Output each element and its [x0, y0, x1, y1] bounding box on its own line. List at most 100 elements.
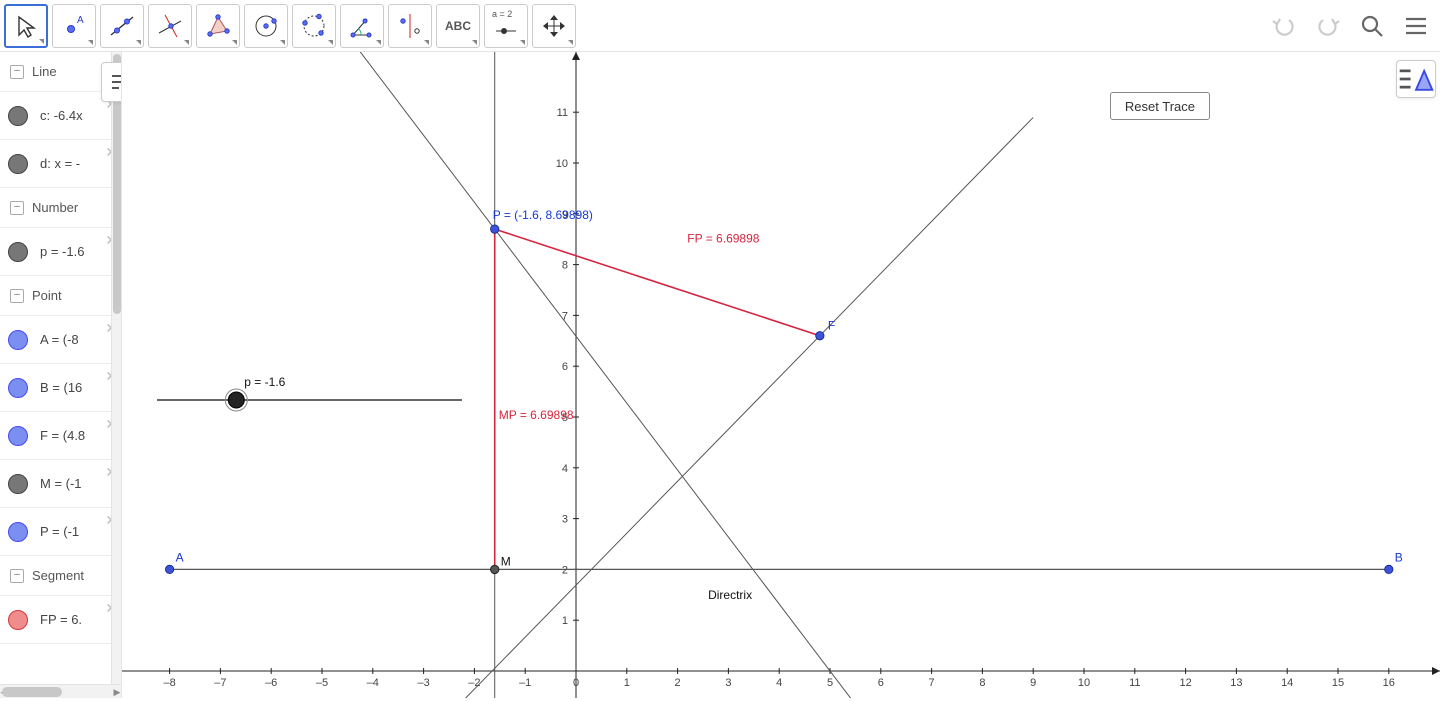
svg-text:8: 8	[979, 677, 985, 689]
search-icon[interactable]	[1356, 4, 1388, 48]
algebra-item[interactable]: p = -1.6✕	[0, 228, 121, 276]
object-label: A = (-8	[40, 332, 79, 347]
svg-text:16: 16	[1383, 677, 1395, 689]
tool-perpendicular[interactable]	[148, 4, 192, 48]
svg-text:MP = 6.69898: MP = 6.69898	[499, 408, 574, 422]
object-label: p = -1.6	[40, 244, 84, 259]
tool-circle-3pts[interactable]	[292, 4, 336, 48]
visibility-dot[interactable]	[8, 242, 28, 262]
algebra-sort-button[interactable]	[101, 62, 122, 102]
svg-text:–6: –6	[265, 677, 277, 689]
tool-slider[interactable]: a = 2	[484, 4, 528, 48]
object-label: F = (4.8	[40, 428, 85, 443]
redo-icon[interactable]	[1312, 4, 1344, 48]
algebra-item[interactable]: F = (4.8✕	[0, 412, 121, 460]
point[interactable]	[491, 225, 499, 233]
stylebar-button[interactable]	[1396, 60, 1436, 98]
object-label: FP = 6.	[40, 612, 82, 627]
slider-handle[interactable]	[228, 392, 244, 408]
tool-circle-center[interactable]	[244, 4, 288, 48]
svg-text:–4: –4	[367, 677, 379, 689]
svg-text:2: 2	[675, 677, 681, 689]
group-head[interactable]: −Number	[0, 188, 121, 228]
point[interactable]	[491, 565, 499, 573]
svg-text:B: B	[1395, 550, 1403, 564]
svg-text:–1: –1	[519, 677, 531, 689]
svg-text:4: 4	[776, 677, 782, 689]
group-label: Point	[32, 288, 62, 303]
point[interactable]	[1385, 565, 1393, 573]
svg-text:–5: –5	[316, 677, 328, 689]
object-label: d: x = -	[40, 156, 80, 171]
tool-angle[interactable]	[340, 4, 384, 48]
tool-line[interactable]	[100, 4, 144, 48]
slider-tool-label: a = 2	[492, 9, 512, 19]
svg-text:M: M	[501, 554, 511, 568]
svg-text:6: 6	[562, 361, 568, 373]
svg-text:–3: –3	[417, 677, 429, 689]
svg-text:13: 13	[1230, 677, 1242, 689]
graphics-view[interactable]: –8–7–6–5–4–3–2–1012345678910111213141516…	[122, 52, 1440, 698]
reset-trace-button[interactable]: Reset Trace	[1110, 92, 1210, 120]
visibility-dot[interactable]	[8, 522, 28, 542]
object-label: M = (-1	[40, 476, 82, 491]
svg-text:–8: –8	[163, 677, 175, 689]
algebra-item[interactable]: P = (-1✕	[0, 508, 121, 556]
menu-icon[interactable]	[1400, 4, 1432, 48]
point[interactable]	[165, 565, 173, 573]
visibility-dot[interactable]	[8, 106, 28, 126]
visibility-dot[interactable]	[8, 610, 28, 630]
svg-text:7: 7	[562, 310, 568, 322]
svg-text:10: 10	[556, 158, 568, 170]
text-tool-label: ABC	[445, 19, 471, 33]
svg-text:1: 1	[624, 677, 630, 689]
object-label: B = (16	[40, 380, 82, 395]
svg-text:3: 3	[725, 677, 731, 689]
svg-text:A: A	[176, 550, 184, 564]
svg-text:14: 14	[1281, 677, 1293, 689]
group-label: Line	[32, 64, 57, 79]
graphics-svg: –8–7–6–5–4–3–2–1012345678910111213141516…	[122, 52, 1440, 698]
group-head[interactable]: −Segment	[0, 556, 121, 596]
svg-text:5: 5	[827, 677, 833, 689]
visibility-dot[interactable]	[8, 154, 28, 174]
collapse-icon: −	[10, 569, 24, 583]
visibility-dot[interactable]	[8, 426, 28, 446]
algebra-item[interactable]: FP = 6.✕	[0, 596, 121, 644]
svg-text:0: 0	[573, 677, 579, 689]
collapse-icon: −	[10, 65, 24, 79]
point[interactable]	[816, 332, 824, 340]
tool-polygon[interactable]	[196, 4, 240, 48]
visibility-dot[interactable]	[8, 378, 28, 398]
svg-text:10: 10	[1078, 677, 1090, 689]
visibility-dot[interactable]	[8, 474, 28, 494]
tool-move-view[interactable]	[532, 4, 576, 48]
svg-text:4: 4	[562, 463, 568, 475]
group-head[interactable]: −Point	[0, 276, 121, 316]
undo-icon[interactable]	[1268, 4, 1300, 48]
collapse-icon: −	[10, 289, 24, 303]
svg-text:11: 11	[1129, 677, 1140, 689]
toolbar: A ABC a = 2	[0, 0, 1440, 52]
horizontal-scrollbar[interactable]: ◀▶	[0, 684, 121, 698]
svg-text:–2: –2	[468, 677, 480, 689]
tool-reflect[interactable]	[388, 4, 432, 48]
svg-text:7: 7	[929, 677, 935, 689]
svg-text:F: F	[828, 319, 835, 333]
algebra-item[interactable]: B = (16✕	[0, 364, 121, 412]
algebra-panel: −Linec: -6.4x✕d: x = -✕−Numberp = -1.6✕−…	[0, 52, 122, 698]
svg-text:12: 12	[1179, 677, 1191, 689]
algebra-item[interactable]: d: x = -✕	[0, 140, 121, 188]
tool-text[interactable]: ABC	[436, 4, 480, 48]
svg-text:9: 9	[1030, 677, 1036, 689]
visibility-dot[interactable]	[8, 330, 28, 350]
algebra-item[interactable]: A = (-8✕	[0, 316, 121, 364]
tool-move[interactable]	[4, 4, 48, 48]
svg-text:6: 6	[878, 677, 884, 689]
collapse-icon: −	[10, 201, 24, 215]
vertical-scrollbar[interactable]	[111, 52, 121, 684]
svg-text:3: 3	[562, 514, 568, 526]
algebra-item[interactable]: M = (-1✕	[0, 460, 121, 508]
tool-point[interactable]: A	[52, 4, 96, 48]
svg-text:–7: –7	[214, 677, 226, 689]
